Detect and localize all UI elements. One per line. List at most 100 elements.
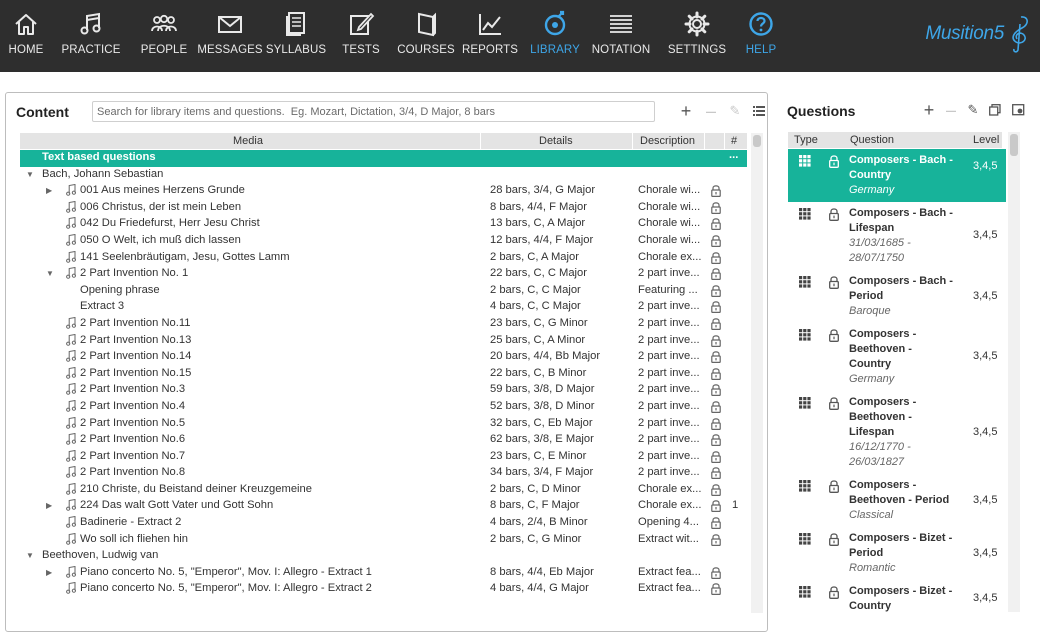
col-details[interactable]: Details [539, 135, 573, 147]
music-note-icon [80, 12, 101, 35]
table-row[interactable]: 2 Part Invention No.5 32 bars, C, Eb Majo… [20, 416, 747, 433]
table-row[interactable]: ▶ 001 Aus meines Herzens Grunde 28 bars, 3… [20, 183, 747, 200]
copy-question-icon[interactable] [986, 100, 1004, 120]
table-row[interactable]: Wo soll ich fliehen hin 2 bars, C, G Mino… [20, 532, 747, 549]
table-row[interactable]: 2 Part Invention No.13 25 bars, C, A Mino… [20, 333, 747, 350]
question-text: Composers - Beethoven - Country Germany [849, 327, 965, 387]
media-description: 2 part inve... [638, 333, 700, 346]
question-row[interactable]: Composers - Bizet - Country 3,4,5 [788, 580, 1006, 618]
question-row[interactable]: Composers - Beethoven - Lifespan 16/12/1770… [788, 391, 1006, 474]
collapse-triangle-icon[interactable]: ▼ [46, 269, 54, 278]
table-row[interactable]: 2 Part Invention No.15 22 bars, C, B Mino… [20, 366, 747, 383]
table-row[interactable]: 141 Seelenbräutigam, Jesu, Gottes Lamm 2 … [20, 250, 747, 267]
media-description: Extract fea... [638, 582, 701, 595]
table-row[interactable]: 210 Christe, du Beistand deiner Kreuzgem… [20, 482, 747, 499]
nav-tests[interactable]: TESTS [331, 0, 391, 72]
lock-icon [828, 207, 840, 221]
music-note-icon [66, 416, 77, 429]
collapse-triangle-icon[interactable]: ▼ [26, 551, 34, 560]
table-row[interactable]: 2 Part Invention No.3 59 bars, 3/8, D Maj… [20, 382, 747, 399]
media-description: 2 part inve... [638, 433, 700, 446]
question-row[interactable]: Composers - Beethoven - Country Germany 3,4,… [788, 323, 1006, 391]
edit-question-icon[interactable]: ✎ [964, 100, 982, 120]
nav-people[interactable]: PEOPLE [134, 0, 194, 72]
table-row[interactable]: 2 Part Invention No.6 62 bars, 3/8, E Maj… [20, 432, 747, 449]
group-more-button[interactable]: ... [729, 149, 738, 161]
nav-label: HELP [745, 44, 777, 56]
expand-triangle-icon[interactable]: ▶ [46, 501, 52, 510]
media-details: 2 bars, C, C Major [490, 283, 581, 296]
question-type-grid-icon [799, 533, 811, 545]
music-note-icon [66, 383, 77, 396]
remove-icon[interactable]: – [702, 101, 720, 121]
lock-icon [828, 585, 840, 599]
add-icon[interactable]: + [677, 101, 695, 121]
question-answer-line: Classical [849, 509, 894, 521]
table-row[interactable]: 050 O Welt, ich muß dich lassen 12 bars, … [20, 233, 747, 250]
content-scroll-thumb[interactable] [753, 135, 761, 147]
q-col-level[interactable]: Level [973, 134, 999, 146]
question-answer-line: Germany [849, 184, 895, 196]
library-search-input[interactable] [92, 101, 655, 122]
q-col-question[interactable]: Question [850, 134, 894, 146]
question-row[interactable]: Composers - Bach - Period Baroque 3,4,5 [788, 270, 1006, 323]
nav-home[interactable]: HOME [0, 0, 56, 72]
remove-question-icon[interactable]: – [942, 100, 960, 120]
nav-settings[interactable]: SETTINGS [667, 0, 727, 72]
nav-courses[interactable]: COURSES [396, 0, 456, 72]
question-row[interactable]: Composers - Beethoven - Period Classical 3,… [788, 474, 1006, 527]
question-row[interactable]: Composers - Bach - Country Germany 3,4,5 [788, 149, 1006, 202]
nav-label: TESTS [342, 44, 380, 56]
questions-scrollbar[interactable] [1008, 132, 1020, 612]
col-media[interactable]: Media [233, 135, 263, 147]
nav-syllabus[interactable]: SYLLABUS [266, 0, 326, 72]
collapse-triangle-icon[interactable]: ▼ [26, 170, 34, 179]
q-col-type[interactable]: Type [794, 134, 818, 146]
content-scrollbar[interactable] [751, 133, 763, 613]
nav-help[interactable]: HELP [731, 0, 791, 72]
question-type-grid-icon [799, 397, 811, 409]
group-text-based-questions[interactable]: Text based questions ... [20, 149, 747, 167]
edit-icon[interactable]: ✎ [726, 101, 744, 121]
question-text: Composers - Bizet - Country [849, 584, 965, 614]
col-description[interactable]: Description [640, 135, 695, 147]
table-row[interactable]: Opening phrase 2 bars, C, C Major Featurin… [20, 283, 747, 300]
add-question-icon[interactable]: + [920, 100, 938, 120]
media-details: 12 bars, 4/4, F Major [490, 233, 594, 246]
nav-notation[interactable]: NOTATION [591, 0, 651, 72]
table-row[interactable]: 006 Christus, der ist mein Leben 8 bars, … [20, 200, 747, 217]
table-row[interactable]: ▶ Piano concerto No. 5, "Emperor", Mov. I… [20, 565, 747, 582]
expand-triangle-icon[interactable]: ▶ [46, 186, 52, 195]
table-row[interactable]: ▼ 2 Part Invention No. 1 22 bars, C, C Maj… [20, 266, 747, 283]
media-title: Piano concerto No. 5, "Emperor", Mov. I:… [80, 582, 372, 595]
question-row[interactable]: Composers - Bach - Lifespan 31/03/1685 - 28… [788, 202, 1006, 270]
question-answer-line: Romantic [849, 562, 896, 574]
table-row[interactable]: 042 Du Friedefurst, Herr Jesu Christ 13 b… [20, 216, 747, 233]
table-row[interactable]: 2 Part Invention No.8 34 bars, 3/4, F Maj… [20, 465, 747, 482]
tree-group-row[interactable]: ▼ Beethoven, Ludwig van [20, 548, 747, 565]
nav-label: HOME [8, 44, 44, 56]
nav-library[interactable]: LIBRARY [525, 0, 585, 72]
questions-scroll-thumb[interactable] [1010, 134, 1018, 156]
expand-triangle-icon[interactable]: ▶ [46, 568, 52, 577]
table-row[interactable]: 2 Part Invention No.4 52 bars, 3/8, D Min… [20, 399, 747, 416]
table-row[interactable]: 2 Part Invention No.14 20 bars, 4/4, Bb M… [20, 349, 747, 366]
question-row[interactable]: Composers - Bizet - Period Romantic 3,4,5 [788, 527, 1006, 580]
table-row[interactable]: 2 Part Invention No.7 23 bars, C, E Minor… [20, 449, 747, 466]
media-details: 25 bars, C, A Minor [490, 333, 586, 346]
media-details: 4 bars, C, C Major [490, 300, 581, 313]
table-row[interactable]: Extract 3 4 bars, C, C Major 2 part inve..… [20, 299, 747, 316]
table-row[interactable]: Badinerie - Extract 2 4 bars, 2/4, B Mino… [20, 515, 747, 532]
table-row[interactable]: 2 Part Invention No.11 23 bars, C, G Mino… [20, 316, 747, 333]
nav-messages[interactable]: MESSAGES [197, 0, 263, 72]
question-settings-icon[interactable] [1009, 100, 1027, 120]
col-count[interactable]: # [731, 135, 737, 147]
media-details: 23 bars, C, G Minor [490, 316, 588, 329]
tree-group-row[interactable]: ▼ Bach, Johann Sebastian [20, 167, 747, 184]
table-row[interactable]: Piano concerto No. 5, "Emperor", Mov. I:… [20, 581, 747, 598]
table-row[interactable]: ▶ 224 Das walt Gott Vater und Gott Sohn 8 … [20, 498, 747, 515]
nav-reports[interactable]: REPORTS [460, 0, 520, 72]
question-answer-line: Baroque [849, 305, 891, 317]
nav-practice[interactable]: PRACTICE [61, 0, 121, 72]
list-options-icon[interactable] [750, 101, 768, 121]
